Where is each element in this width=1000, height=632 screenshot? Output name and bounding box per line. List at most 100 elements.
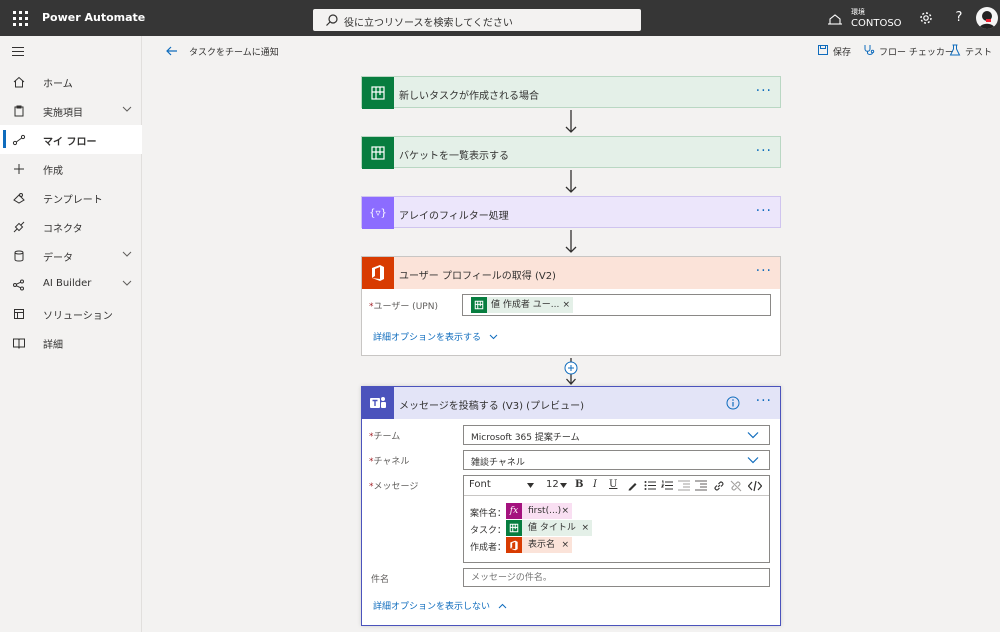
step-title: メッセージを投稿する (V3) (プレビュー)	[399, 401, 584, 412]
pen-icon[interactable]	[627, 480, 638, 491]
flow-checker-label: フロー チェッカー	[879, 48, 954, 58]
more-options-icon[interactable]: ···	[756, 143, 772, 159]
dynamic-content-token[interactable]: 値 作成者 ユー... ×	[471, 297, 573, 313]
token-label: 値 タイトル	[528, 523, 576, 533]
caret-down-icon[interactable]	[527, 483, 534, 488]
top-bar: Power Automate 役に立つリソースを検索してください 環境 CONT…	[0, 0, 1000, 36]
message-line-label: 案件名：	[470, 509, 507, 519]
decrease-indent-icon[interactable]	[678, 480, 690, 491]
sidebar-item-label: 作成	[43, 166, 63, 177]
search-icon	[326, 14, 338, 26]
remove-token-icon[interactable]: ×	[561, 503, 569, 519]
user-upn-label: *ユーザー (UPN)	[369, 302, 438, 312]
message-line-label: タスク：	[470, 526, 507, 536]
sidebar: ホーム 実施項目 マイ フロー 作成 テンプレート コネクタ データ AI Bu…	[0, 36, 142, 632]
team-label: *チーム	[369, 432, 401, 442]
chevron-down-icon[interactable]	[122, 279, 132, 287]
subject-input[interactable]	[463, 568, 770, 587]
sidebar-item-learn[interactable]: 詳細	[0, 328, 142, 357]
sidebar-item-label: ソリューション	[43, 311, 113, 322]
numbered-list-icon[interactable]	[661, 480, 673, 491]
step-title: バケットを一覧表示する	[399, 151, 509, 162]
app-launcher-icon[interactable]	[10, 9, 28, 27]
chevron-down-icon	[747, 457, 759, 464]
book-icon	[13, 338, 25, 350]
hamburger-menu-icon[interactable]	[12, 47, 24, 59]
search-box[interactable]: 役に立つリソースを検索してください	[313, 9, 641, 31]
chevron-down-icon[interactable]	[122, 105, 132, 113]
office365-icon	[506, 537, 522, 553]
test-button[interactable]: テスト	[949, 44, 993, 58]
more-options-icon[interactable]: ···	[756, 83, 772, 99]
sidebar-item-solutions[interactable]: ソリューション	[0, 299, 142, 328]
connector-arrow-icon	[565, 110, 577, 133]
step-header[interactable]: ユーザー プロフィールの取得 (V2) ···	[362, 257, 780, 289]
remove-token-icon[interactable]: ×	[581, 520, 589, 536]
sidebar-item-ai-builder[interactable]: AI Builder	[0, 270, 142, 299]
step-card-filter-array[interactable]: {▿} アレイのフィルター処理 ···	[361, 196, 781, 229]
subject-label: 件名	[371, 575, 390, 585]
sidebar-item-home[interactable]: ホーム	[0, 67, 142, 96]
user-upn-field[interactable]: 値 作成者 ユー... ×	[462, 294, 771, 316]
info-icon[interactable]	[726, 396, 740, 410]
show-advanced-options-link[interactable]: 詳細オプションを表示する	[373, 330, 498, 343]
link-icon[interactable]	[713, 480, 725, 492]
caret-down-icon[interactable]	[560, 483, 567, 488]
environment-icon	[828, 14, 842, 25]
dynamic-content-token[interactable]: 値 タイトル ×	[506, 520, 592, 536]
sidebar-item-label: テンプレート	[43, 195, 103, 206]
sidebar-item-connectors[interactable]: コネクタ	[0, 212, 142, 241]
environment-label: 環境	[851, 8, 865, 16]
message-rich-text-editor[interactable]: Font 12 B I U 案件名： fx first(...) × タスク： …	[463, 475, 770, 563]
bullet-list-icon[interactable]	[644, 480, 656, 491]
sidebar-item-templates[interactable]: テンプレート	[0, 183, 142, 212]
save-button[interactable]: 保存	[817, 44, 857, 58]
more-options-icon[interactable]: ···	[756, 203, 772, 219]
sidebar-item-data[interactable]: データ	[0, 241, 142, 270]
hide-advanced-options-link[interactable]: 詳細オプションを表示しない	[373, 599, 507, 612]
sidebar-item-action-items[interactable]: 実施項目	[0, 96, 142, 125]
step-card-list-buckets[interactable]: バケットを一覧表示する ···	[361, 136, 781, 169]
rich-text-toolbar: Font 12 B I U	[464, 476, 769, 496]
step-card-get-user-profile: ユーザー プロフィールの取得 (V2) ··· *ユーザー (UPN) 値 作成…	[361, 256, 781, 356]
sidebar-item-label: 詳細	[43, 340, 63, 351]
avatar[interactable]	[976, 7, 998, 29]
chevron-down-icon[interactable]	[122, 250, 132, 258]
add-step-icon[interactable]	[563, 358, 579, 386]
solution-icon	[14, 309, 24, 319]
message-line-label: 作成者：	[470, 543, 507, 553]
sidebar-item-my-flows[interactable]: マイ フロー	[0, 125, 142, 154]
home-icon	[13, 76, 25, 88]
unlink-icon[interactable]	[730, 480, 742, 492]
sidebar-item-label: コネクタ	[43, 224, 83, 235]
settings-icon[interactable]	[918, 10, 934, 26]
stethoscope-icon	[864, 45, 875, 55]
increase-indent-icon[interactable]	[695, 480, 707, 491]
dynamic-content-token[interactable]: 表示名 ×	[506, 537, 572, 553]
channel-dropdown[interactable]: 雑談チャネル	[463, 450, 770, 470]
remove-token-icon[interactable]: ×	[561, 537, 569, 553]
font-family-select[interactable]: Font	[469, 479, 491, 490]
sidebar-item-create[interactable]: 作成	[0, 154, 142, 183]
flow-checker-button[interactable]: フロー チェッカー	[863, 44, 954, 58]
step-title: 新しいタスクが作成される場合	[399, 91, 539, 102]
clipboard-icon	[14, 105, 24, 117]
step-card-trigger[interactable]: 新しいタスクが作成される場合 ···	[361, 76, 781, 109]
more-options-icon[interactable]: ···	[756, 263, 772, 279]
code-view-icon[interactable]	[748, 480, 762, 492]
back-arrow-icon[interactable]	[165, 44, 179, 58]
more-options-icon[interactable]: ···	[756, 393, 772, 409]
underline-icon[interactable]: U	[609, 479, 617, 490]
flow-icon	[12, 134, 26, 146]
step-header[interactable]: メッセージを投稿する (V3) (プレビュー) ···	[362, 387, 780, 419]
help-icon[interactable]: ?	[951, 10, 967, 26]
remove-token-icon[interactable]: ×	[562, 297, 570, 313]
app-title[interactable]: Power Automate	[42, 11, 145, 24]
italic-icon[interactable]: I	[593, 479, 597, 490]
expression-token[interactable]: fx first(...) ×	[506, 503, 572, 519]
team-dropdown[interactable]: Microsoft 365 提案チーム	[463, 425, 770, 445]
token-label: 値 作成者 ユー...	[491, 300, 560, 310]
step-card-post-message: メッセージを投稿する (V3) (プレビュー) ··· *チーム Microso…	[361, 386, 781, 626]
bold-icon[interactable]: B	[575, 479, 583, 490]
font-size-select[interactable]: 12	[546, 479, 559, 490]
